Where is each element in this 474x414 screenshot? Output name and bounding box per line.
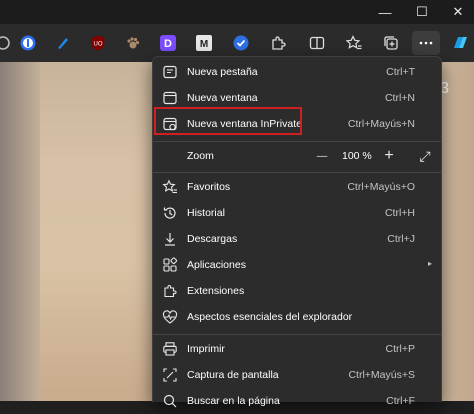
- menu-item-label: Extensiones: [187, 285, 245, 297]
- zoom-label: Zoom: [187, 150, 214, 162]
- menu-item-label: Descargas: [187, 233, 238, 245]
- toolbar-edge-icon[interactable]: [0, 32, 14, 54]
- plus-icon: +: [384, 147, 394, 164]
- menu-item-shortcut: Ctrl+Mayús+S: [348, 369, 415, 381]
- screenshot-icon: [162, 367, 178, 383]
- menu-item-shortcut: Ctrl+H: [384, 207, 415, 219]
- history-icon: [162, 205, 178, 221]
- paw-icon[interactable]: [122, 32, 144, 54]
- svg-text:D: D: [164, 38, 172, 50]
- chevron-right-icon: ▸: [427, 259, 432, 268]
- extensions-puzzle-icon[interactable]: [267, 32, 289, 54]
- minimize-button[interactable]: —: [365, 0, 405, 24]
- menu-separator: [153, 141, 441, 142]
- page-left-area: [0, 62, 40, 401]
- menu-item-new-tab[interactable]: Nueva pestaña Ctrl+T: [153, 59, 441, 85]
- split-screen-icon[interactable]: [306, 32, 328, 54]
- menu-item-shortcut: Ctrl+J: [387, 233, 415, 245]
- more-icon: [419, 41, 433, 45]
- minus-icon: —: [316, 150, 328, 162]
- new-tab-icon: [162, 64, 178, 80]
- menu-item-print[interactable]: Imprimir Ctrl+P: [153, 336, 441, 362]
- menu-item-label: Buscar en la página: [187, 395, 280, 407]
- menu-separator: [153, 334, 441, 335]
- menu-item-find-in-page[interactable]: Buscar en la página Ctrl+F: [153, 388, 441, 414]
- svg-text:UO: UO: [94, 42, 103, 48]
- collections-icon[interactable]: [380, 32, 402, 54]
- menu-item-zoom: Zoom — 100 % + ⤢: [153, 143, 441, 167]
- menu-item-history[interactable]: Historial Ctrl+H: [153, 200, 441, 226]
- fullscreen-button[interactable]: ⤢: [414, 146, 436, 166]
- title-bar: — ☐ ✕: [0, 0, 474, 24]
- menu-item-shortcut: Ctrl+Mayús+O: [347, 181, 415, 193]
- zoom-in-button[interactable]: +: [378, 146, 400, 166]
- close-icon: ✕: [452, 4, 464, 19]
- close-window-button[interactable]: ✕: [438, 0, 474, 24]
- menu-item-shortcut: Ctrl+Mayús+N: [347, 118, 415, 130]
- menu-item-screenshot[interactable]: Captura de pantalla Ctrl+Mayús+S: [153, 362, 441, 388]
- menu-item-browser-essentials[interactable]: Aspectos esenciales del explorador: [153, 304, 441, 330]
- zoom-value: 100 %: [342, 150, 372, 162]
- menu-separator: [153, 172, 441, 173]
- new-window-icon: [162, 90, 178, 106]
- menu-item-shortcut: Ctrl+T: [386, 66, 415, 78]
- menu-item-label: Nueva pestaña: [187, 66, 258, 78]
- menu-item-label: Aspectos esenciales del explorador: [187, 311, 353, 323]
- menu-item-favorites[interactable]: Favoritos Ctrl+Mayús+O: [153, 174, 441, 200]
- menu-item-downloads[interactable]: Descargas Ctrl+J: [153, 226, 441, 252]
- menu-item-label: Aplicaciones: [187, 259, 246, 271]
- one-password-icon[interactable]: [17, 32, 39, 54]
- highlight-box: [154, 107, 302, 135]
- heart-pulse-icon: [162, 309, 178, 325]
- star-icon: [162, 179, 178, 195]
- menu-item-label: Imprimir: [187, 343, 225, 355]
- menu-item-label: Historial: [187, 207, 225, 219]
- print-icon: [162, 341, 178, 357]
- page-right-area: [440, 62, 474, 401]
- fullscreen-icon: ⤢: [419, 147, 431, 164]
- search-icon: [162, 393, 178, 409]
- pen-icon[interactable]: [52, 32, 74, 54]
- shield-check-icon[interactable]: [230, 32, 252, 54]
- m-icon[interactable]: M: [193, 32, 215, 54]
- menu-item-shortcut: Ctrl+F: [386, 395, 415, 407]
- zoom-out-button[interactable]: —: [311, 146, 333, 166]
- puzzle-icon: [162, 283, 178, 299]
- menu-item-label: Nueva ventana: [187, 92, 258, 104]
- svg-text:M: M: [200, 39, 208, 50]
- download-icon: [162, 231, 178, 247]
- minimize-icon: —: [378, 4, 392, 20]
- favorites-icon[interactable]: [343, 32, 365, 54]
- apps-icon: [162, 257, 178, 273]
- d-icon[interactable]: D: [157, 32, 179, 54]
- ublock-icon[interactable]: UO: [87, 32, 109, 54]
- menu-item-shortcut: Ctrl+N: [384, 92, 415, 104]
- menu-item-label: Captura de pantalla: [187, 369, 279, 381]
- menu-item-shortcut: Ctrl+P: [385, 343, 415, 355]
- menu-item-label: Favoritos: [187, 181, 231, 193]
- menu-item-extensions[interactable]: Extensiones: [153, 278, 441, 304]
- maximize-button[interactable]: ☐: [402, 0, 442, 24]
- more-button[interactable]: [412, 31, 440, 55]
- maximize-icon: ☐: [416, 4, 428, 19]
- menu-item-apps[interactable]: Aplicaciones ▸: [153, 252, 441, 278]
- copilot-icon[interactable]: [449, 32, 471, 54]
